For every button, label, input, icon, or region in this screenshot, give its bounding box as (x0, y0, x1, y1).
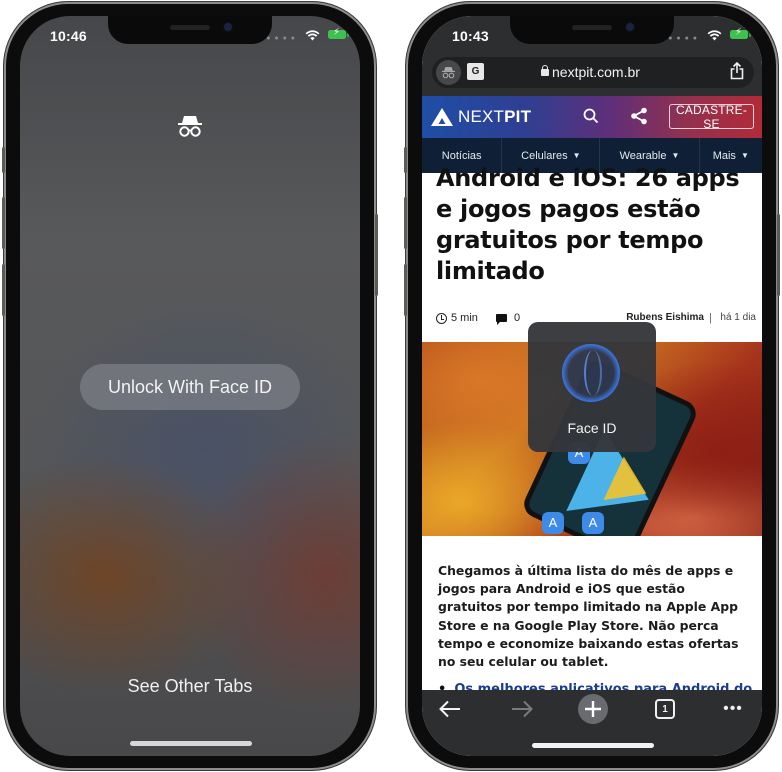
mute-switch (2, 147, 5, 173)
site-header: NEXTPIT CADASTRE-SE (422, 96, 762, 138)
battery-charging-icon: ⚡ (328, 27, 349, 39)
face-id-label: Face ID (567, 420, 617, 436)
browser-screen: 10:43 ● ● ● ● ⚡ G nextpit.com.br NEXTPIT (422, 16, 762, 756)
face-id-prompt: Face ID (528, 322, 656, 452)
incognito-lock-screen: 10:46 ● ● ● ● ⚡ Unlock With Face ID See … (20, 16, 360, 756)
wifi-icon (707, 28, 722, 46)
nav-label: Notícias (441, 149, 482, 162)
status-time: 10:46 (50, 28, 87, 44)
clock-icon (436, 313, 447, 324)
arrow-left-icon (439, 700, 460, 718)
translate-icon[interactable]: G (467, 63, 484, 80)
see-other-tabs-link[interactable]: See Other Tabs (20, 676, 360, 697)
chevron-down-icon: ▼ (740, 151, 749, 160)
published-time: há 1 dia (720, 312, 756, 323)
brand-bold: PIT (504, 107, 532, 126)
new-tab-button[interactable] (578, 694, 608, 724)
volume-down-button (404, 264, 407, 316)
more-menu-button[interactable]: ••• (720, 694, 746, 724)
article-headline: Android e iOS: 26 apps e jogos pagos est… (436, 164, 740, 285)
home-indicator[interactable] (532, 743, 654, 748)
camera-icon (626, 23, 634, 31)
comment-icon[interactable] (496, 314, 507, 325)
browser-toolbar: 1 ••• (422, 690, 762, 756)
unlock-with-face-id-button[interactable]: Unlock With Face ID (80, 364, 300, 410)
nav-label: Celulares (521, 149, 568, 162)
signal-icon: ● ● ● ● (266, 35, 296, 42)
camera-icon (224, 23, 232, 31)
tab-switcher-button[interactable]: 1 (654, 694, 676, 724)
share-nodes-icon[interactable] (630, 107, 648, 130)
volume-up-button (404, 197, 407, 249)
wifi-icon (305, 28, 320, 46)
notch (108, 16, 272, 44)
incognito-icon (177, 114, 203, 143)
share-icon[interactable] (730, 61, 744, 85)
home-indicator[interactable] (130, 741, 252, 746)
volume-down-button (2, 264, 5, 316)
signal-icon: ● ● ● ● (668, 35, 698, 42)
chevron-down-icon: ▼ (671, 151, 680, 160)
notch (510, 16, 674, 44)
nav-label: Mais (712, 149, 736, 162)
incognito-icon (436, 60, 461, 85)
mute-switch (404, 147, 407, 173)
face-id-icon (562, 344, 620, 402)
chevron-down-icon: ▼ (572, 151, 581, 160)
url-text[interactable]: nextpit.com.br (552, 64, 640, 80)
power-button (777, 214, 780, 296)
comment-count[interactable]: 0 (514, 312, 520, 324)
meta-separator: | (709, 312, 712, 324)
power-button (375, 214, 378, 296)
battery-charging-icon: ⚡ (730, 27, 751, 39)
phone-right: 10:43 ● ● ● ● ⚡ G nextpit.com.br NEXTPIT (404, 2, 780, 770)
nextpit-logo[interactable]: NEXTPIT (430, 107, 531, 127)
brand-light: NEXT (458, 107, 505, 126)
lock-icon (541, 65, 549, 76)
app-store-icon: A (542, 512, 564, 534)
tab-count: 1 (655, 699, 675, 719)
forward-button[interactable] (508, 694, 536, 724)
status-time: 10:43 (452, 28, 489, 44)
volume-up-button (2, 197, 5, 249)
search-icon[interactable] (583, 108, 599, 129)
app-store-icon: A (582, 512, 604, 534)
plus-icon (585, 701, 601, 717)
address-bar[interactable]: G nextpit.com.br (432, 57, 754, 88)
article-intro: Chegamos à última lista do mês de apps e… (438, 563, 739, 670)
arrow-right-icon (512, 700, 533, 718)
nav-label: Wearable (619, 149, 667, 162)
register-button[interactable]: CADASTRE-SE (669, 103, 754, 131)
back-button[interactable] (436, 694, 464, 724)
read-time: 5 min (451, 312, 478, 324)
nextpit-logo-icon (431, 108, 453, 126)
phone-left: 10:46 ● ● ● ● ⚡ Unlock With Face ID See … (2, 2, 378, 770)
